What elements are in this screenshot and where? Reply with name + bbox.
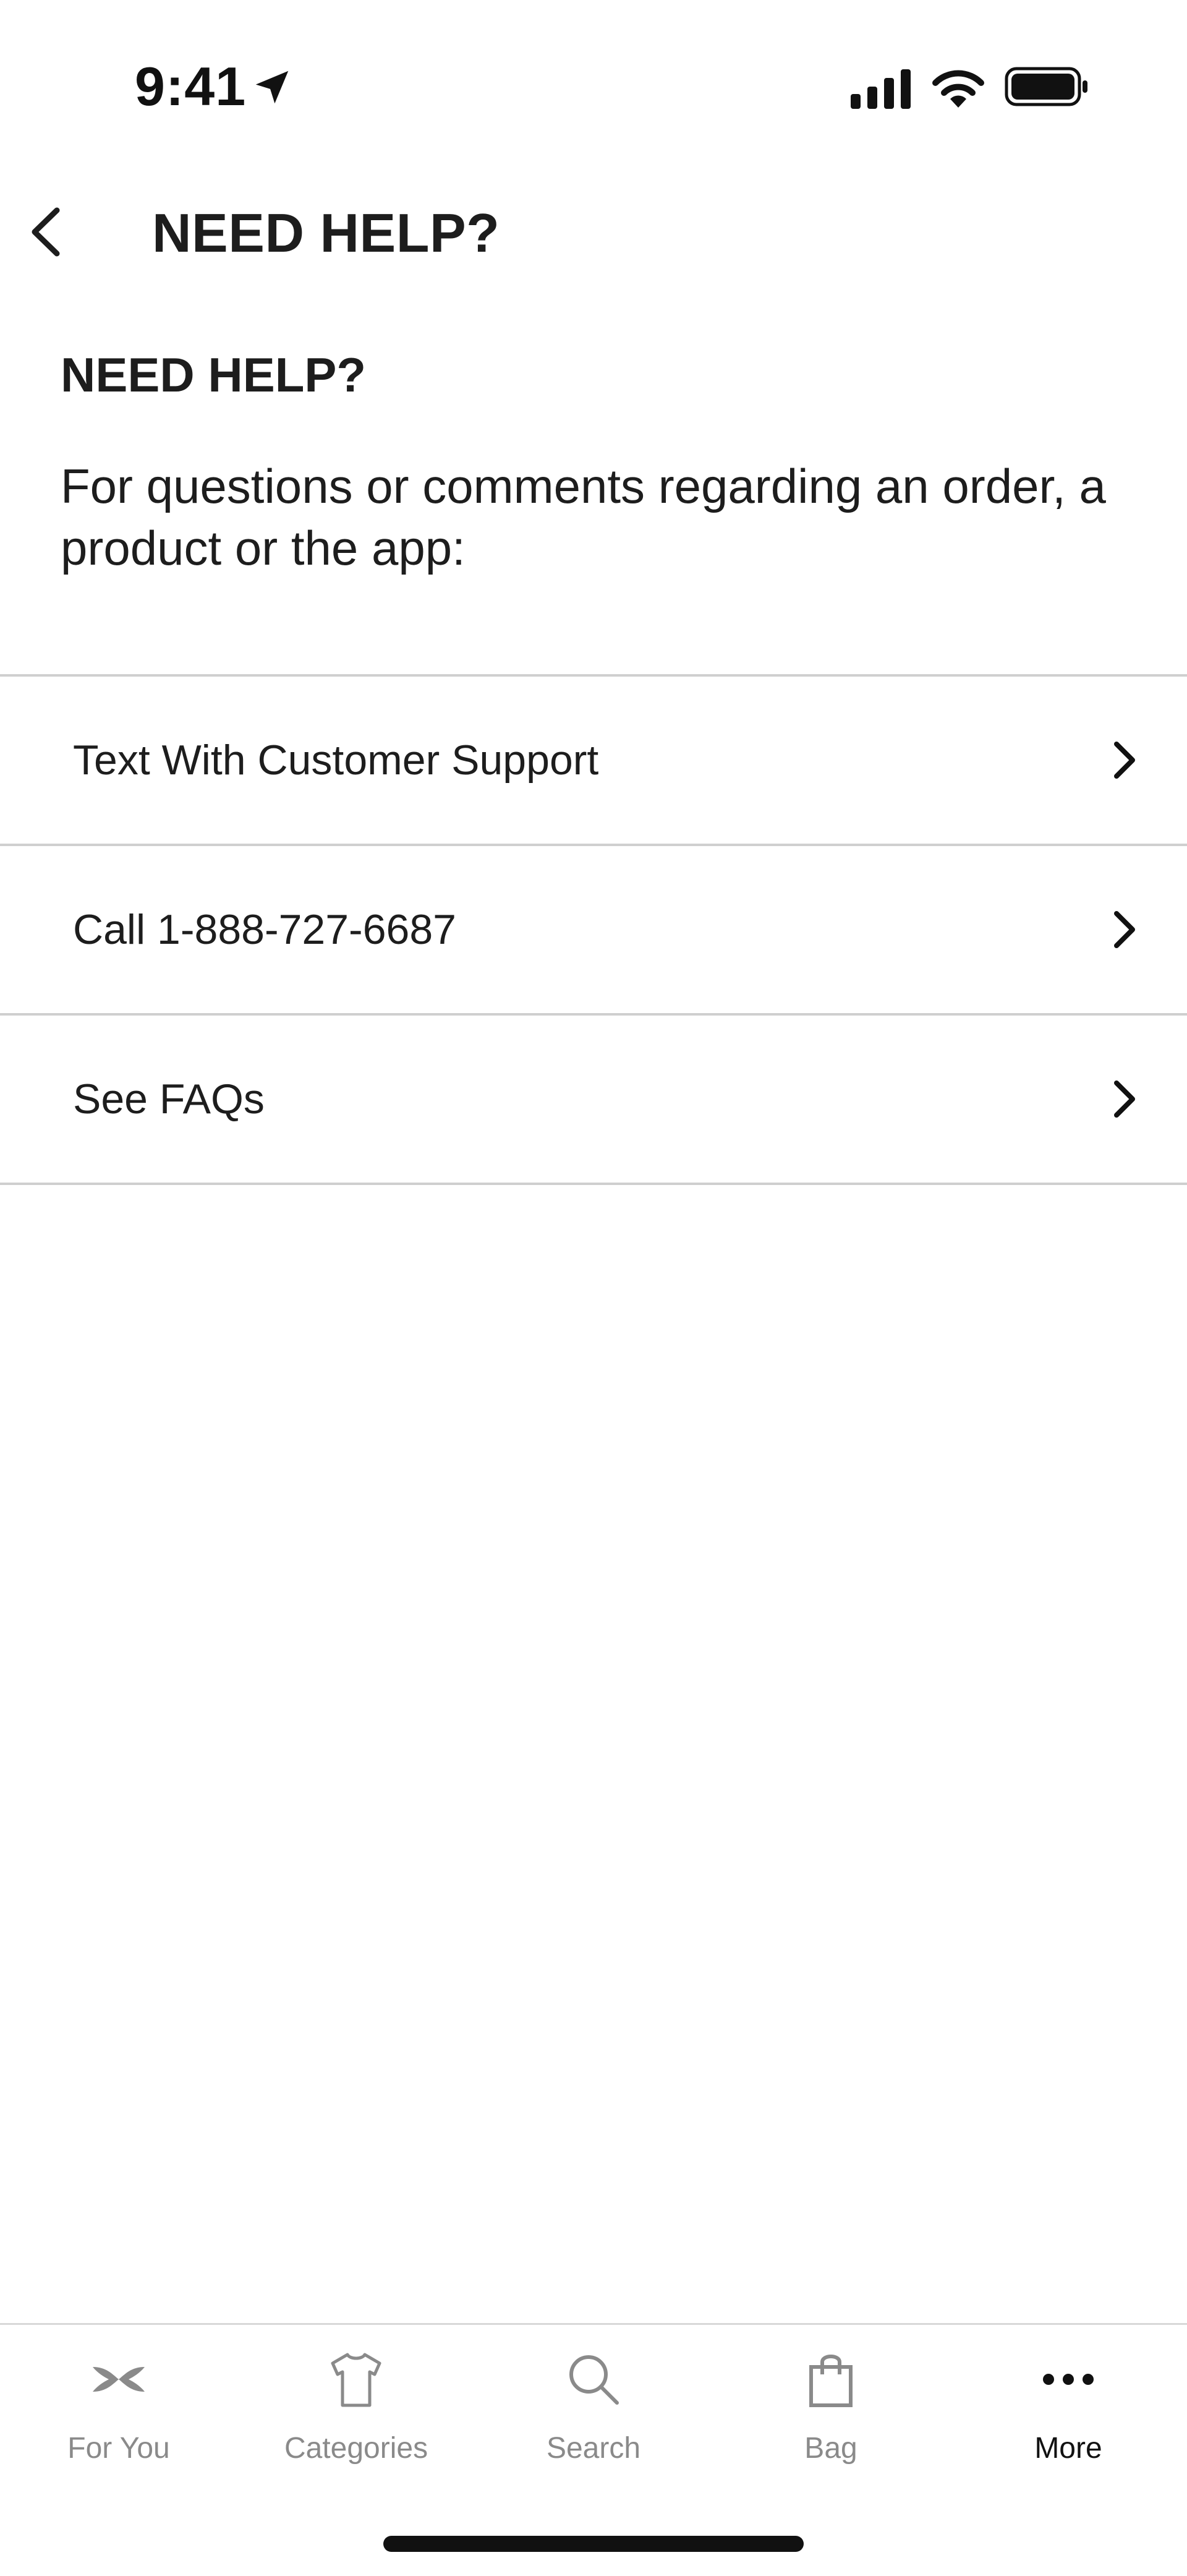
status-bar: 9:41	[0, 0, 1187, 173]
option-label: See FAQs	[73, 1076, 265, 1123]
tab-categories[interactable]: Categories	[237, 2325, 475, 2504]
option-label: Text With Customer Support	[73, 737, 599, 784]
status-time: 9:41	[135, 56, 247, 117]
call-support-row[interactable]: Call 1-888-727-6687	[0, 846, 1187, 1016]
search-icon	[569, 2355, 619, 2405]
see-faqs-row[interactable]: See FAQs	[0, 1016, 1187, 1185]
option-label: Call 1-888-727-6687	[73, 906, 456, 953]
tab-bag[interactable]: Bag	[712, 2325, 950, 2504]
tab-for-you[interactable]: For You	[0, 2325, 237, 2504]
location-arrow-icon	[255, 71, 289, 104]
wifi-icon	[932, 70, 984, 108]
chevron-right-icon	[1114, 742, 1135, 779]
page-title: NEED HELP?	[152, 202, 500, 263]
back-button[interactable]	[12, 198, 80, 266]
chevron-right-icon	[1114, 911, 1135, 948]
more-dots-icon	[1043, 2374, 1094, 2385]
navigation-header: NEED HELP?	[0, 173, 1187, 285]
cellular-signal-icon	[851, 69, 911, 109]
chevron-left-icon	[32, 207, 60, 257]
tab-search[interactable]: Search	[475, 2325, 712, 2504]
battery-icon	[1005, 67, 1087, 106]
tab-label: Categories	[284, 2432, 428, 2465]
tab-label: More	[1034, 2432, 1102, 2465]
section-description: For questions or comments regarding an o…	[61, 459, 1106, 575]
chevron-right-icon	[1114, 1080, 1135, 1118]
shirt-icon	[331, 2353, 381, 2407]
tab-label: Search	[546, 2432, 641, 2465]
shopping-bag-icon	[809, 2355, 853, 2407]
tab-label: For You	[67, 2432, 170, 2465]
text-customer-support-row[interactable]: Text With Customer Support	[0, 677, 1187, 846]
home-indicator	[383, 2536, 804, 2552]
help-options-list: Text With Customer Support Call 1-888-72…	[0, 674, 1187, 1185]
section-heading: NEED HELP?	[61, 348, 367, 402]
tab-label: Bag	[804, 2432, 857, 2465]
tab-more[interactable]: More	[950, 2325, 1187, 2504]
brand-logo-icon	[93, 2367, 145, 2392]
